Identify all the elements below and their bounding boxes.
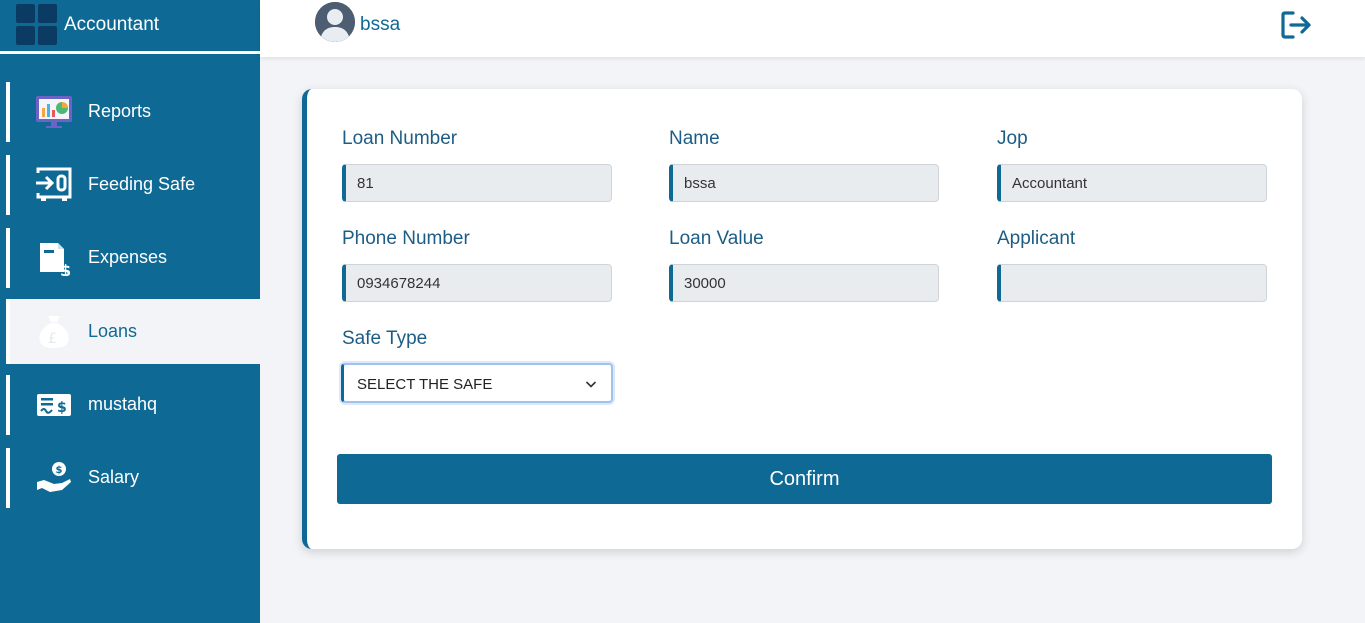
sidebar-item-feeding-safe[interactable]: Feeding Safe bbox=[6, 155, 260, 215]
sidebar-item-label: mustahq bbox=[88, 394, 158, 414]
sidebar-item-label: Reports bbox=[88, 101, 152, 121]
sidebar-item-expenses[interactable]: $ Expenses bbox=[6, 228, 260, 288]
svg-text:£: £ bbox=[48, 331, 57, 347]
svg-text:$: $ bbox=[60, 261, 71, 276]
confirm-button[interactable]: Confirm bbox=[337, 454, 1272, 504]
name-label: Name bbox=[669, 128, 720, 149]
chevron-down-icon bbox=[585, 381, 597, 388]
user-silhouette-icon bbox=[315, 2, 355, 42]
applicant-field[interactable] bbox=[997, 264, 1267, 302]
phone-number-label: Phone Number bbox=[342, 228, 470, 249]
loan-form-card: Loan Number Name Jop Phone Number Loan V… bbox=[302, 89, 1302, 549]
app-title: Accountant bbox=[64, 14, 160, 35]
sidebar-item-salary[interactable]: $ Salary bbox=[6, 448, 260, 508]
job-label: Jop bbox=[997, 128, 1028, 149]
user-avatar[interactable] bbox=[315, 2, 355, 42]
sidebar: Accountant Reports Feeding Safe $ Expens… bbox=[0, 0, 260, 623]
sidebar-item-label: Feeding Safe bbox=[88, 174, 196, 194]
loan-number-label: Loan Number bbox=[342, 128, 458, 149]
reports-icon bbox=[34, 94, 74, 130]
name-field[interactable] bbox=[669, 164, 939, 202]
svg-text:$: $ bbox=[56, 465, 63, 476]
sidebar-item-label: Loans bbox=[88, 321, 138, 341]
logout-icon[interactable] bbox=[1280, 9, 1314, 41]
expenses-icon: $ bbox=[34, 240, 74, 276]
safe-type-select[interactable]: SELECT THE SAFE bbox=[341, 363, 613, 403]
sidebar-item-reports[interactable]: Reports bbox=[6, 82, 260, 142]
sidebar-item-mustahq[interactable]: $ mustahq bbox=[6, 375, 260, 435]
top-header: bssa bbox=[260, 0, 1365, 57]
sidebar-item-label: Expenses bbox=[88, 247, 168, 267]
svg-text:$: $ bbox=[57, 400, 67, 416]
brand-bar: Accountant bbox=[0, 0, 260, 54]
sidebar-item-loans[interactable]: £ Loans bbox=[6, 299, 260, 364]
phone-number-field[interactable] bbox=[342, 264, 612, 302]
money-bag-icon: £ bbox=[34, 313, 74, 349]
loan-value-field[interactable] bbox=[669, 264, 939, 302]
job-field[interactable] bbox=[997, 164, 1267, 202]
salary-hand-icon: $ bbox=[34, 460, 74, 496]
safe-type-label: Safe Type bbox=[342, 328, 428, 349]
app-logo-icon bbox=[16, 4, 58, 46]
user-name: bssa bbox=[360, 14, 401, 35]
applicant-label: Applicant bbox=[997, 228, 1076, 249]
loan-number-field[interactable] bbox=[342, 164, 612, 202]
loan-value-label: Loan Value bbox=[669, 228, 764, 249]
safe-type-selected: SELECT THE SAFE bbox=[357, 376, 493, 393]
feeding-safe-icon bbox=[34, 167, 74, 203]
sidebar-item-label: Salary bbox=[88, 467, 140, 487]
cheque-icon: $ bbox=[34, 387, 74, 423]
